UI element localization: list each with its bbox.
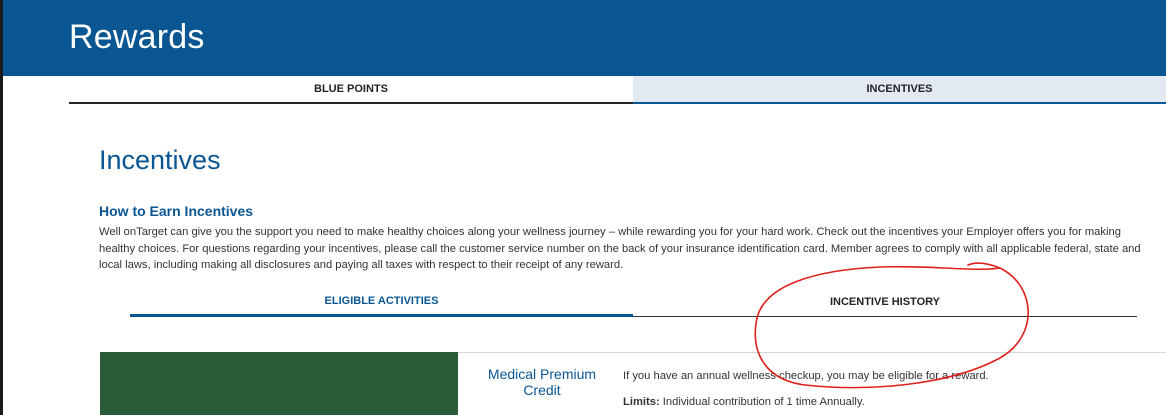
how-to-earn-heading: How to Earn Incentives	[99, 203, 254, 219]
header-title: Rewards	[69, 18, 205, 56]
tab-eligible-activities[interactable]: ELIGIBLE ACTIVITIES	[130, 287, 633, 317]
annotation-stroke	[754, 262, 1029, 389]
sub-tab-bar: ELIGIBLE ACTIVITIES INCENTIVE HISTORY	[130, 287, 1137, 317]
incentive-card-image	[100, 352, 458, 415]
intro-paragraph: Well onTarget can give you the support y…	[99, 226, 1141, 271]
limits-text: Individual contribution of 1 time Annual…	[662, 396, 865, 408]
limits-label: Limits:	[623, 396, 660, 408]
tab-blue-points[interactable]: BLUE POINTS	[69, 76, 633, 104]
page-title: Incentives	[99, 145, 221, 175]
tab-incentives[interactable]: INCENTIVES	[633, 76, 1166, 104]
tab-incentive-history[interactable]: INCENTIVE HISTORY	[633, 287, 1137, 317]
incentive-card-title[interactable]: Medical Premium Credit	[470, 366, 614, 398]
incentive-card-description: If you have an annual wellness checkup, …	[623, 370, 989, 382]
incentive-card-limits: Limits: Individual contribution of 1 tim…	[623, 396, 865, 408]
top-tab-bar: BLUE POINTS INCENTIVES	[69, 76, 1166, 104]
card-divider	[458, 352, 1166, 353]
page-header: Rewards	[3, 0, 1166, 76]
